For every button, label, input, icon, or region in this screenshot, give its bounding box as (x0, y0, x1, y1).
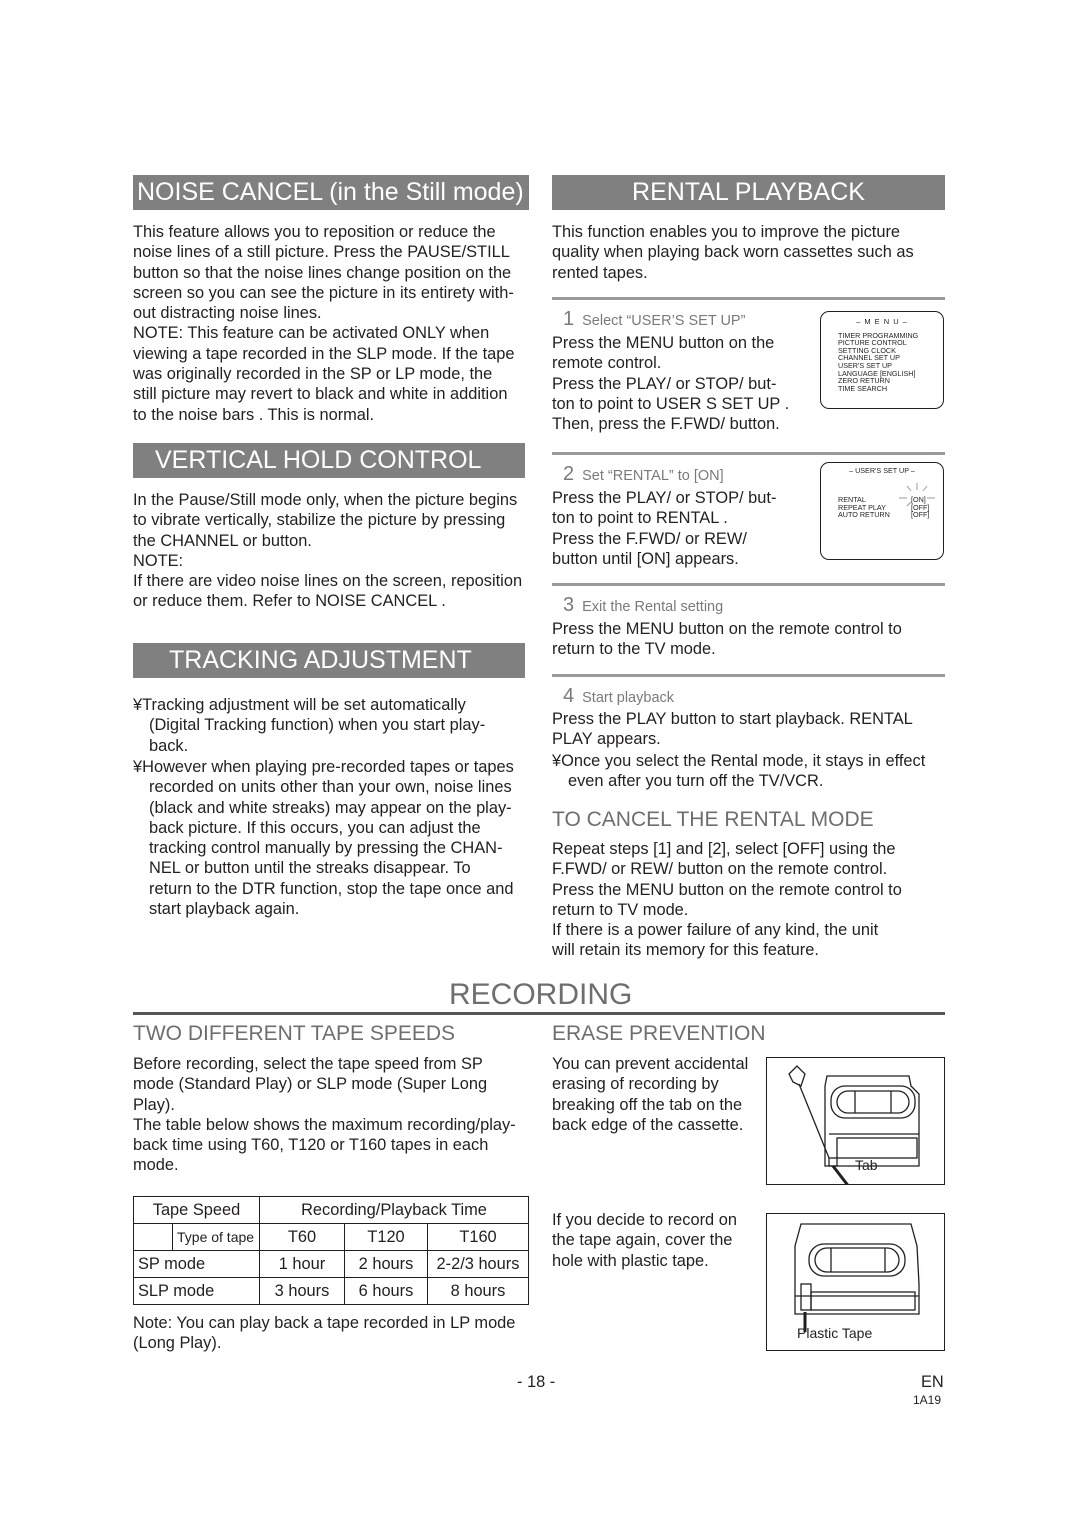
table-cell: 2-2/3 hours (427, 1250, 529, 1278)
tape-speeds-heading: TWO DIFFERENT TAPE SPEEDS (133, 1022, 456, 1045)
step-title: Exit the Rental setting (582, 599, 724, 615)
recording-rule (133, 1012, 945, 1015)
table-cell: 2 hours (344, 1250, 428, 1278)
step-number: 2 (563, 463, 575, 485)
step-1-title: 1 Select “USER’S SET UP” (563, 308, 745, 331)
erase-prevention-heading: ERASE PREVENTION (552, 1022, 766, 1045)
table-row: SP mode 1 hour 2 hours 2-2/3 hours (133, 1250, 529, 1278)
table-row: SLP mode 3 hours 6 hours 8 hours (133, 1277, 529, 1305)
step-4-body: Press the PLAY button to start playback.… (552, 710, 913, 749)
menu-item: TIME SEARCH (838, 383, 888, 393)
table-cell: SLP mode (133, 1277, 260, 1305)
step-number: 3 (563, 594, 575, 616)
vertical-hold-body: In the Pause/Still mode only, when the p… (133, 491, 523, 611)
recording-heading: RECORDING (449, 978, 633, 1011)
step-number: 4 (563, 685, 575, 707)
noise-cancel-body: This feature allows you to reposition or… (133, 223, 515, 424)
rental-note: ¥Once you select the Rental mode, it sta… (552, 751, 998, 792)
step-title: Start playback (582, 690, 675, 706)
erase-prevention-body: You can prevent accidental erasing of re… (552, 1055, 749, 1134)
step-4-title: 4 Start playback (563, 685, 674, 708)
setting-value: [OFF] (911, 510, 930, 520)
tape-speeds-body: Before recording, select the tape speed … (133, 1055, 516, 1175)
rental-heading: RENTAL PLAYBACK (552, 175, 945, 210)
table-note: Note: You can play back a tape recorded … (133, 1314, 516, 1353)
divider (552, 452, 945, 455)
document-code: 1A19 (913, 1393, 942, 1407)
cassette-plastic-tape-icon: Plastic Tape (794, 1223, 920, 1341)
cassette-plastic-tape-figure: Plastic Tape (766, 1213, 945, 1351)
note-text: Once you select the Rental mode, it stay… (561, 752, 926, 791)
step-title: Select “USER’S SET UP” (582, 313, 746, 329)
table-header-row: Tape Speed Recording/Playback Time (133, 1196, 529, 1224)
table-cell: SP mode (133, 1250, 260, 1278)
list-item: ¥However when playing pre-recorded tapes… (133, 757, 579, 919)
table-cell: 8 hours (427, 1277, 529, 1305)
cancel-rental-body: Repeat steps [1] and [2], select [OFF] u… (552, 840, 902, 960)
bullet-icon: ¥ (552, 752, 562, 770)
cassette-tab-figure: Tab (766, 1057, 945, 1193)
step-2-body: Press the PLAY/ or STOP/ but- ton to poi… (552, 489, 777, 568)
setting-label: AUTO RETURN (838, 510, 890, 520)
bullet-text: Tracking adjustment will be set automati… (142, 696, 486, 755)
step-2-title: 2 Set “RENTAL” to [ON] (563, 463, 724, 486)
tab-label: Tab (855, 1157, 878, 1173)
users-setup-screen: – USER'S SET UP – RENTAL REPEAT PLAY AUT… (820, 462, 944, 560)
table-cell: 1 hour (259, 1250, 345, 1278)
bullet-text: However when playing pre-recorded tapes … (142, 758, 514, 919)
divider (552, 674, 945, 677)
step-title: Set “RENTAL” to [ON] (582, 468, 724, 484)
plastic-tape-label: Plastic Tape (797, 1325, 872, 1341)
users-screen-title: – USER'S SET UP – (849, 466, 915, 475)
table-header-row: Type of tape T60 T120 T160 (133, 1223, 529, 1251)
divider (552, 297, 945, 300)
step-1-body: Press the MENU button on the remote cont… (552, 334, 790, 434)
cancel-rental-heading: TO CANCEL THE RENTAL MODE (552, 808, 874, 831)
tracking-heading: TRACKING ADJUSTMENT (133, 643, 525, 678)
list-item: ¥Tracking adjustment will be set automat… (133, 695, 569, 756)
step-3-body: Press the MENU button on the remote cont… (552, 620, 902, 659)
table-header-cell: Type of tape (172, 1223, 260, 1251)
step-3-title: 3 Exit the Rental setting (563, 594, 723, 617)
table-cell: 6 hours (344, 1277, 428, 1305)
language-code: EN (921, 1373, 944, 1391)
table-header-cell: Tape Speed (133, 1196, 260, 1224)
table-header-cell: T120 (344, 1223, 428, 1251)
menu-screen-items: TIMER PROGRAMMING PICTURE CONTROL SETTIN… (838, 331, 943, 393)
vertical-hold-heading: VERTICAL HOLD CONTROL (133, 443, 525, 478)
page-number: - 18 - (517, 1373, 556, 1391)
tape-speed-table: Tape Speed Recording/Playback Time Type … (133, 1196, 529, 1305)
divider (552, 583, 945, 586)
rental-intro: This function enables you to improve the… (552, 223, 914, 282)
table-cell: 3 hours (259, 1277, 345, 1305)
table-header-cell: Recording/Playback Time (259, 1196, 529, 1224)
table-header-cell: T160 (427, 1223, 529, 1251)
step-number: 1 (563, 308, 575, 330)
bullet-icon: ¥ (133, 696, 143, 714)
cassette-with-screwdriver-icon: Tab (788, 1065, 920, 1193)
users-screen-labels: RENTAL REPEAT PLAY AUTO RETURN (838, 496, 890, 519)
table-header-cell: T60 (259, 1223, 345, 1251)
menu-screen-title: – M E N U – (856, 317, 908, 326)
noise-cancel-heading: NOISE CANCEL (in the Still mode) (133, 175, 529, 210)
menu-screen: – M E N U – TIMER PROGRAMMING PICTURE CO… (820, 311, 944, 409)
blink-indicator-icon (899, 483, 935, 507)
record-again-body: If you decide to record on the tape agai… (552, 1211, 737, 1270)
bullet-icon: ¥ (133, 758, 143, 776)
table-cell (133, 1223, 173, 1251)
